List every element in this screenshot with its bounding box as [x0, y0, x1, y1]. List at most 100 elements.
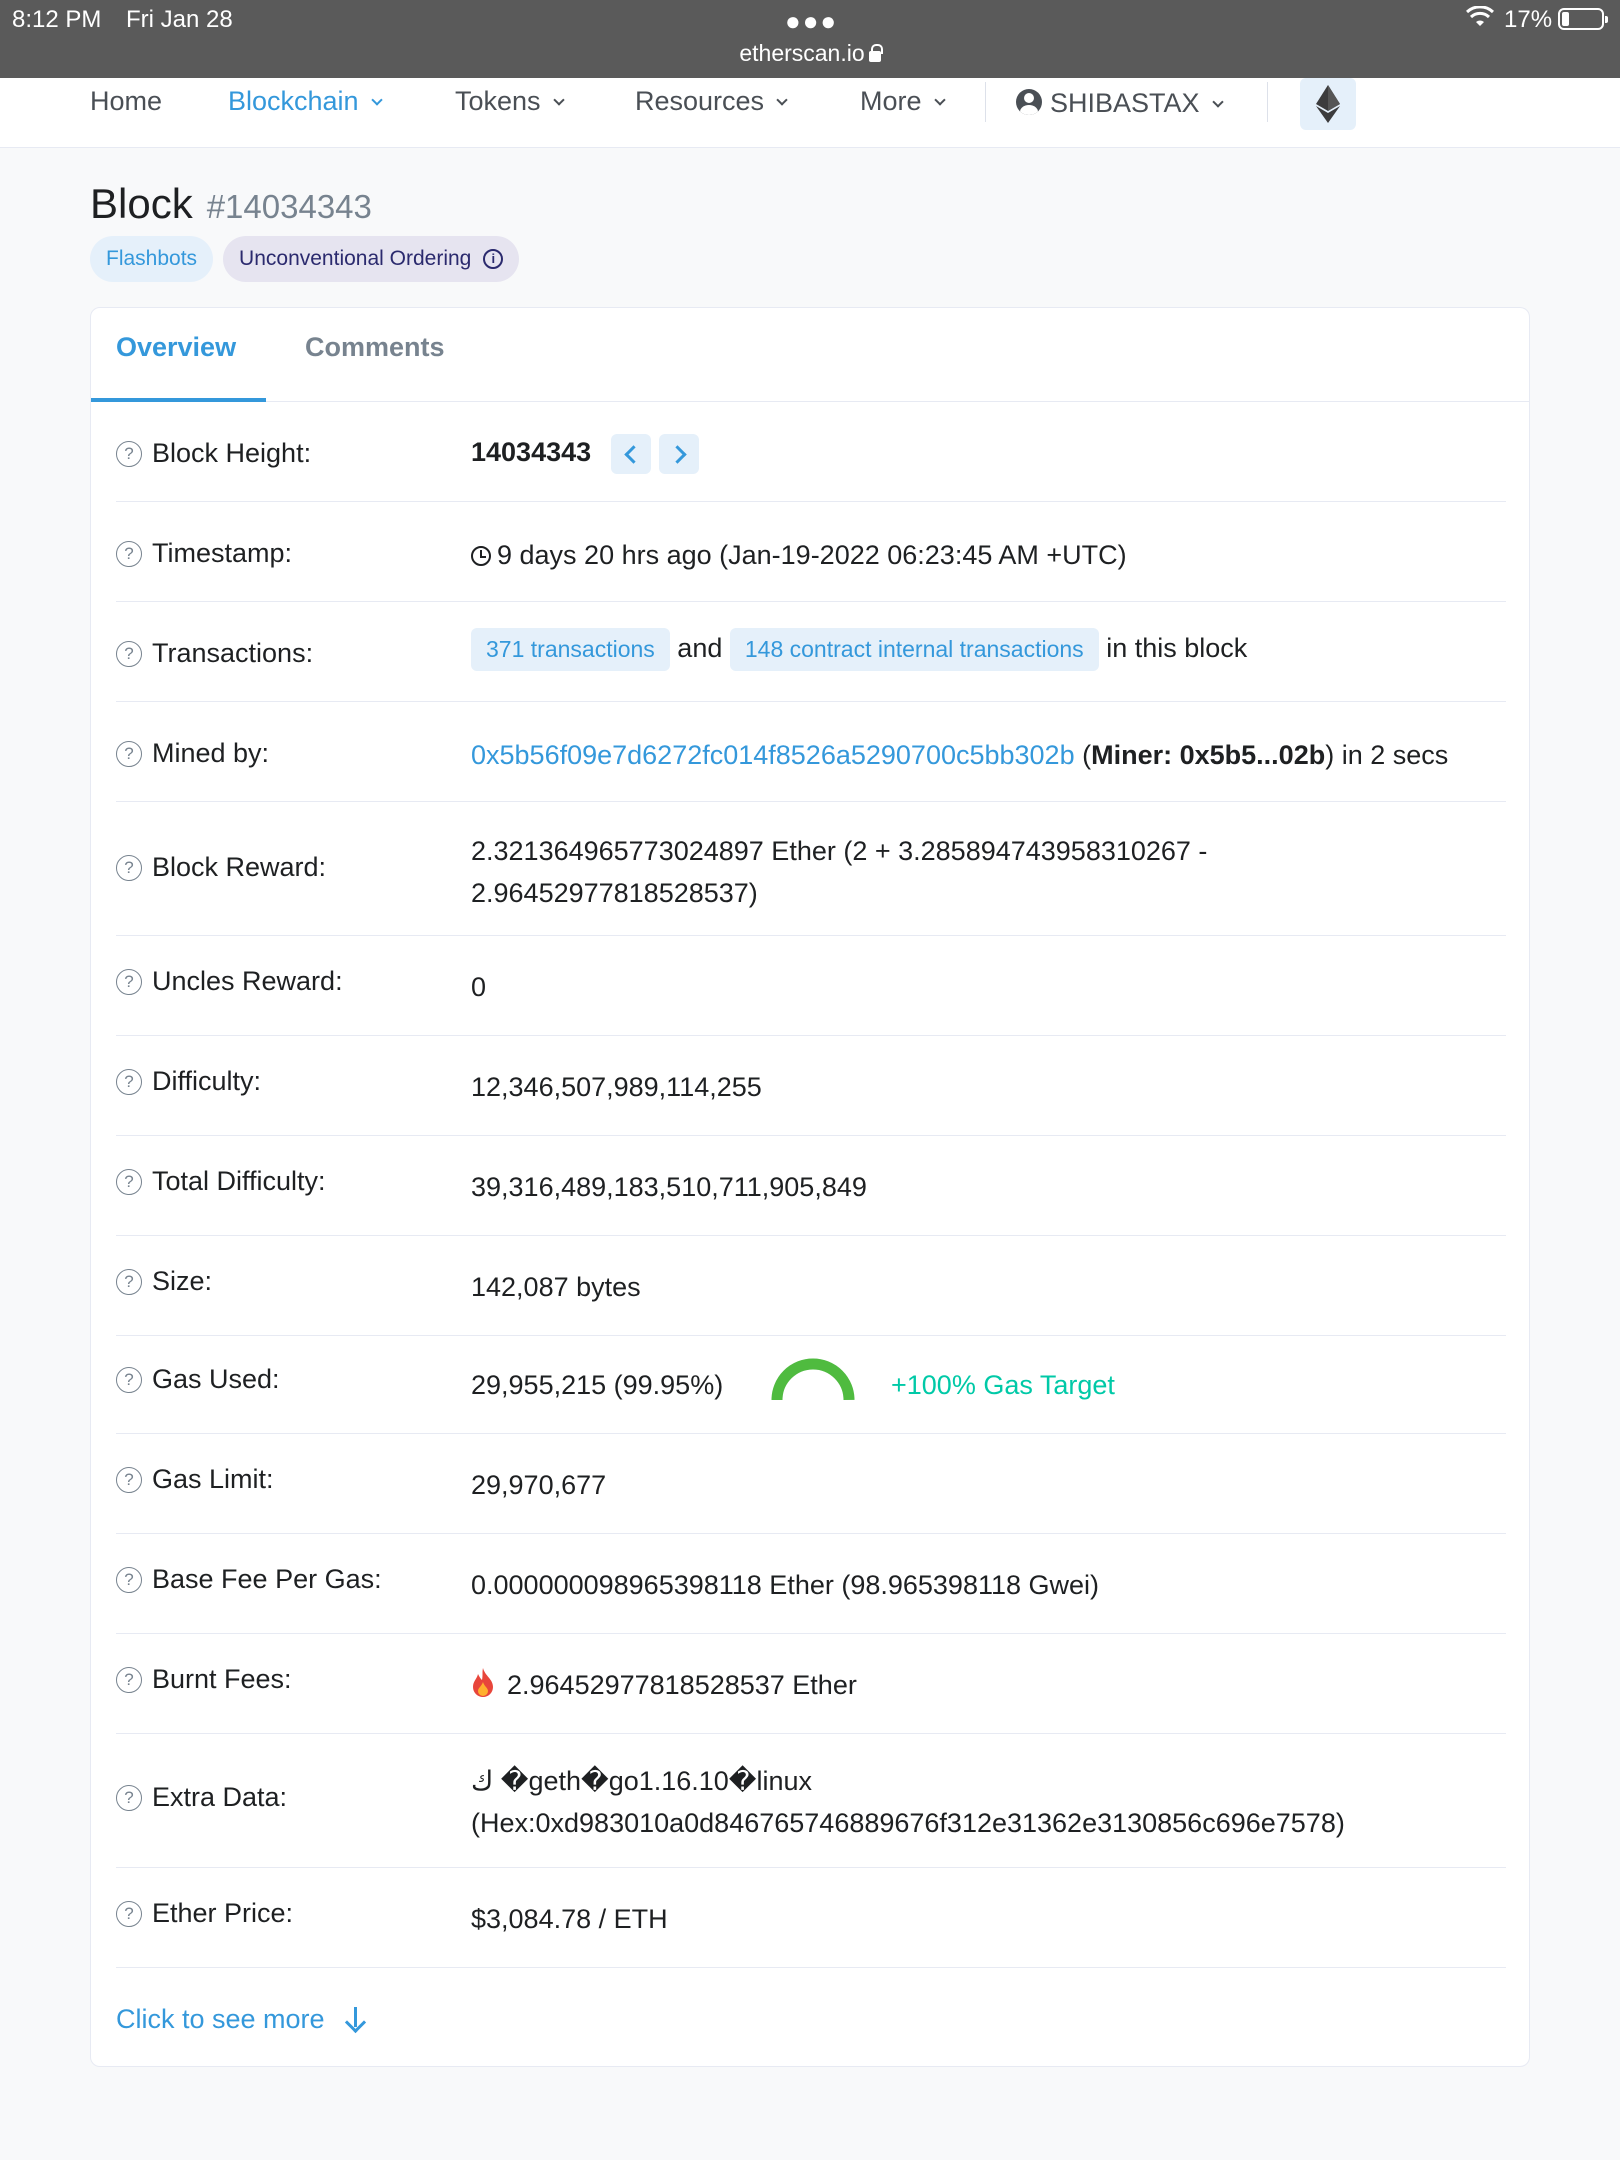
question-icon[interactable]: ? — [116, 1666, 142, 1693]
row-label: ? Block Reward: — [116, 852, 326, 883]
tab-bar: Overview Comments — [91, 308, 1529, 402]
ether-price-value: $3,084.78 / ETH — [471, 1904, 668, 1934]
unconventional-ordering-badge[interactable]: Unconventional Ordering i — [223, 236, 520, 282]
row-base-fee: ? Base Fee Per Gas: 0.000000098965398118 … — [116, 1534, 1506, 1634]
question-icon[interactable]: ? — [116, 440, 142, 467]
row-extra-data: ? Extra Data: ك �geth�go1.16.10�linux (Hex… — [116, 1734, 1506, 1868]
clock-icon — [471, 546, 491, 566]
lock-icon — [868, 44, 883, 62]
row-label: ? Mined by: — [116, 738, 269, 769]
wifi-icon — [1465, 5, 1495, 35]
chevron-down-icon — [370, 94, 383, 106]
question-icon[interactable]: ? — [116, 740, 142, 767]
question-icon[interactable]: ? — [116, 1068, 142, 1095]
row-burnt-fees: ? Burnt Fees: 2.96452977818528537 Ether — [116, 1634, 1506, 1734]
row-timestamp: ? Timestamp: 9 days 20 hrs ago (Jan-19-20… — [116, 502, 1506, 602]
multitask-dots[interactable]: ●●● — [785, 6, 838, 37]
question-icon[interactable]: ? — [116, 1466, 142, 1493]
mined-by-value: 0x5b56f09e7d6272fc014f8526a5290700c5bb30… — [471, 740, 1449, 770]
nav-more[interactable]: More — [860, 86, 946, 117]
battery-percent: 17% — [1504, 6, 1553, 33]
nav-divider — [1267, 82, 1268, 122]
block-height-value: 14034343 — [471, 434, 700, 474]
row-block-height: ? Block Height: 14034343 — [116, 402, 1506, 502]
main-nav: Home Blockchain Tokens Resources More SH… — [0, 78, 1620, 148]
base-fee-value: 0.000000098965398118 Ether (98.965398118… — [471, 1570, 1100, 1600]
tab-overview[interactable]: Overview — [116, 332, 236, 363]
transactions-value: 371 transactions and 148 contract intern… — [471, 628, 1247, 671]
fire-icon — [471, 1668, 495, 1698]
status-time: 8:12 PM — [12, 6, 102, 33]
info-icon[interactable]: i — [483, 249, 504, 269]
nav-user-menu[interactable]: SHIBASTAX — [1016, 86, 1224, 119]
nav-tokens[interactable]: Tokens — [455, 86, 565, 117]
row-label: ? Block Height: — [116, 438, 311, 469]
size-value: 142,087 bytes — [471, 1272, 641, 1302]
row-ether-price: ? Ether Price: $3,084.78 / ETH — [116, 1868, 1506, 1968]
uncles-reward-value: 0 — [471, 972, 487, 1002]
arrow-down-icon — [345, 2007, 365, 2031]
chevron-down-icon — [1211, 96, 1224, 108]
chevron-down-icon — [552, 94, 565, 106]
question-icon[interactable]: ? — [116, 1900, 142, 1927]
question-icon[interactable]: ? — [116, 1366, 142, 1393]
question-icon[interactable]: ? — [116, 1168, 142, 1195]
nav-home[interactable]: Home — [90, 86, 162, 117]
row-label: ? Burnt Fees: — [116, 1664, 292, 1695]
row-label: ? Base Fee Per Gas: — [116, 1564, 382, 1595]
chevron-left-icon[interactable] — [611, 434, 652, 474]
row-label: ? Transactions: — [116, 638, 313, 669]
url-text: etherscan.io — [739, 40, 865, 66]
extra-data-value: ك �geth�go1.16.10�linux (Hex:0xd983010a0d… — [471, 1766, 1345, 1838]
timestamp-value: 9 days 20 hrs ago (Jan-19-2022 06:23:45 … — [471, 540, 1127, 571]
row-transactions: ? Transactions: 371 transactions and 148 … — [116, 602, 1506, 702]
gas-limit-value: 29,970,677 — [471, 1470, 607, 1500]
transactions-link[interactable]: 371 transactions — [471, 628, 670, 671]
row-gas-used: ? Gas Used: 29,955,215 (99.95%) +100% Gas… — [116, 1336, 1506, 1434]
question-icon[interactable]: ? — [116, 968, 142, 995]
status-bar: 8:12 PM Fri Jan 28 ●●● etherscan.io 17% — [0, 0, 1620, 78]
chevron-down-icon — [933, 94, 946, 106]
ethereum-network-button[interactable] — [1300, 78, 1356, 130]
block-badges: Flashbots Unconventional Ordering i — [90, 236, 520, 282]
miner-address-link[interactable]: 0x5b56f09e7d6272fc014f8526a5290700c5bb30… — [471, 740, 1075, 770]
question-icon[interactable]: ? — [116, 1784, 142, 1811]
row-total-difficulty: ? Total Difficulty: 39,316,489,183,510,71… — [116, 1136, 1506, 1236]
ethereum-icon — [1316, 85, 1340, 123]
question-icon[interactable]: ? — [116, 640, 142, 667]
question-icon[interactable]: ? — [116, 540, 142, 567]
row-size: ? Size: 142,087 bytes — [116, 1236, 1506, 1336]
row-gas-limit: ? Gas Limit: 29,970,677 — [116, 1434, 1506, 1534]
nav-divider — [985, 82, 986, 122]
row-mined-by: ? Mined by: 0x5b56f09e7d6272fc014f8526a52… — [116, 702, 1506, 802]
chevron-right-icon[interactable] — [659, 434, 700, 474]
row-label: ? Size: — [116, 1266, 212, 1297]
row-label: ? Difficulty: — [116, 1066, 261, 1097]
difficulty-value: 12,346,507,989,114,255 — [471, 1072, 762, 1102]
gas-used-gauge — [771, 1358, 855, 1401]
page-title: Block #14034343 — [90, 180, 372, 227]
row-label: ? Extra Data: — [116, 1782, 287, 1813]
block-reward-value: 2.321364965773024897 Ether (2 + 3.285894… — [471, 836, 1208, 908]
row-label: ? Gas Limit: — [116, 1464, 274, 1495]
question-icon[interactable]: ? — [116, 854, 142, 881]
tab-comments[interactable]: Comments — [305, 332, 445, 363]
internal-transactions-link[interactable]: 148 contract internal transactions — [729, 628, 1099, 671]
status-date: Fri Jan 28 — [126, 6, 233, 33]
flashbots-badge[interactable]: Flashbots — [90, 236, 214, 282]
row-block-reward: ? Block Reward: 2.321364965773024897 Ethe… — [116, 802, 1506, 936]
question-icon[interactable]: ? — [116, 1268, 142, 1295]
block-number: #14034343 — [206, 188, 372, 225]
gas-used-value: 29,955,215 (99.95%) — [471, 1370, 724, 1400]
question-icon[interactable]: ? — [116, 1566, 142, 1593]
nav-resources[interactable]: Resources — [635, 86, 788, 117]
nav-blockchain[interactable]: Blockchain — [228, 86, 383, 117]
see-more-link[interactable]: Click to see more — [116, 2004, 365, 2035]
row-label: ? Gas Used: — [116, 1364, 280, 1395]
row-difficulty: ? Difficulty: 12,346,507,989,114,255 — [116, 1036, 1506, 1136]
address-bar[interactable]: etherscan.io — [0, 40, 1620, 67]
block-overview-card: Overview Comments ? Block Height: 1403434… — [90, 307, 1530, 2067]
chevron-down-icon — [776, 94, 788, 106]
user-circle-icon — [1016, 89, 1042, 115]
row-label: ? Uncles Reward: — [116, 966, 343, 997]
